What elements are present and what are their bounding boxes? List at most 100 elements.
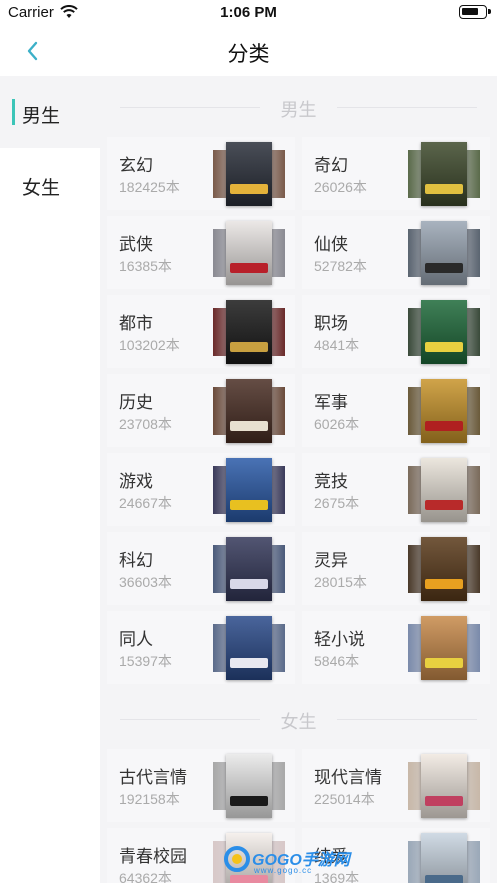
gender-sidebar: 男生 女生 bbox=[0, 76, 100, 883]
book-covers-stack bbox=[408, 616, 486, 680]
category-card[interactable]: 游戏 24667本 bbox=[107, 453, 295, 526]
category-book-count: 182425本 bbox=[119, 179, 180, 195]
watermark-logo: GOGO手游网 www.gogo.cc bbox=[222, 840, 352, 880]
book-cover-image bbox=[226, 754, 272, 818]
category-card[interactable]: 都市 103202本 bbox=[107, 295, 295, 368]
section-header: 男生 bbox=[100, 92, 497, 122]
book-covers-stack bbox=[408, 833, 486, 883]
cover-shade bbox=[421, 221, 467, 285]
cover-shade bbox=[421, 142, 467, 206]
section-header: 女生 bbox=[100, 704, 497, 734]
category-card[interactable]: 同人 15397本 bbox=[107, 611, 295, 684]
category-card[interactable]: 科幻 36603本 bbox=[107, 532, 295, 605]
category-card[interactable]: 奇幻 26026本 bbox=[302, 137, 490, 210]
category-card[interactable]: 现代言情 225014本 bbox=[302, 749, 490, 822]
category-name: 轻小说 bbox=[314, 630, 365, 649]
category-card[interactable]: 古代言情 192158本 bbox=[107, 749, 295, 822]
cover-shade bbox=[226, 142, 272, 206]
cover-title-art bbox=[230, 342, 268, 352]
book-covers-stack bbox=[213, 537, 291, 601]
category-card[interactable]: 武侠 16385本 bbox=[107, 216, 295, 289]
book-covers-stack bbox=[408, 458, 486, 522]
category-content[interactable]: 男生玄幻 182425本 奇幻 26026本武侠 16385本 仙侠 52782本 都市 103… bbox=[100, 76, 497, 883]
book-cover-image bbox=[226, 379, 272, 443]
cover-title-art bbox=[230, 796, 268, 806]
battery-icon bbox=[459, 5, 491, 19]
book-cover-image bbox=[226, 142, 272, 206]
book-covers-stack bbox=[408, 754, 486, 818]
category-book-count: 225014本 bbox=[314, 791, 375, 807]
book-cover-image bbox=[421, 754, 467, 818]
category-card[interactable]: 轻小说 5846本 bbox=[302, 611, 490, 684]
category-book-count: 192158本 bbox=[119, 791, 180, 807]
status-bar: Carrier 1:06 PM bbox=[0, 0, 497, 26]
category-book-count: 64362本 bbox=[119, 870, 172, 883]
cover-shade bbox=[421, 537, 467, 601]
book-cover-image bbox=[421, 458, 467, 522]
category-card[interactable]: 历史 23708本 bbox=[107, 374, 295, 447]
sidebar-item-label: 男生 bbox=[22, 106, 61, 127]
section-title: 女生 bbox=[280, 712, 317, 732]
category-book-count: 6026本 bbox=[314, 416, 360, 432]
cover-shade bbox=[226, 379, 272, 443]
book-cover-image bbox=[226, 458, 272, 522]
cover-title-art bbox=[230, 500, 268, 510]
cover-title-art bbox=[230, 263, 268, 273]
category-name: 奇幻 bbox=[314, 156, 348, 175]
cover-title-art bbox=[425, 875, 463, 883]
sidebar-item-female[interactable]: 女生 bbox=[0, 148, 100, 220]
gogo-logo-icon bbox=[224, 846, 250, 872]
category-card[interactable]: 灵异 28015本 bbox=[302, 532, 490, 605]
category-book-count: 4841本 bbox=[314, 337, 360, 353]
book-covers-stack bbox=[408, 142, 486, 206]
category-name: 军事 bbox=[314, 393, 348, 412]
cover-shade bbox=[421, 300, 467, 364]
book-cover-image bbox=[421, 221, 467, 285]
cover-title-art bbox=[425, 658, 463, 668]
book-cover-image bbox=[226, 300, 272, 364]
category-card[interactable]: 仙侠 52782本 bbox=[302, 216, 490, 289]
sidebar-item-male[interactable]: 男生 bbox=[0, 76, 100, 148]
cover-shade bbox=[226, 300, 272, 364]
category-name: 青春校园 bbox=[119, 847, 187, 866]
category-name: 竞技 bbox=[314, 472, 348, 491]
book-cover-image bbox=[421, 142, 467, 206]
navigation-bar: 分类 bbox=[0, 26, 497, 76]
category-name: 古代言情 bbox=[119, 768, 187, 787]
book-cover-image bbox=[421, 537, 467, 601]
book-cover-image bbox=[226, 221, 272, 285]
category-book-count: 28015本 bbox=[314, 574, 367, 590]
cover-title-art bbox=[425, 263, 463, 273]
cover-title-art bbox=[425, 184, 463, 194]
book-covers-stack bbox=[408, 300, 486, 364]
cover-title-art bbox=[425, 579, 463, 589]
category-card[interactable]: 玄幻 182425本 bbox=[107, 137, 295, 210]
cover-title-art bbox=[230, 658, 268, 668]
book-cover-image bbox=[421, 300, 467, 364]
cover-shade bbox=[421, 458, 467, 522]
book-covers-stack bbox=[213, 458, 291, 522]
sidebar-item-label: 女生 bbox=[22, 178, 61, 199]
category-name: 现代言情 bbox=[314, 768, 382, 787]
cover-title-art bbox=[230, 184, 268, 194]
category-name: 同人 bbox=[119, 630, 153, 649]
book-covers-stack bbox=[213, 300, 291, 364]
category-book-count: 2675本 bbox=[314, 495, 360, 511]
category-book-count: 15397本 bbox=[119, 653, 172, 669]
book-covers-stack bbox=[213, 379, 291, 443]
clock: 1:06 PM bbox=[220, 4, 277, 21]
category-card[interactable]: 军事 6026本 bbox=[302, 374, 490, 447]
category-name: 玄幻 bbox=[119, 156, 153, 175]
category-card[interactable]: 竞技 2675本 bbox=[302, 453, 490, 526]
category-book-count: 26026本 bbox=[314, 179, 367, 195]
category-card[interactable]: 职场 4841本 bbox=[302, 295, 490, 368]
category-name: 仙侠 bbox=[314, 235, 348, 254]
book-cover-image bbox=[226, 537, 272, 601]
book-covers-stack bbox=[408, 221, 486, 285]
category-name: 职场 bbox=[314, 314, 348, 333]
cover-title-art bbox=[425, 342, 463, 352]
section-title: 男生 bbox=[280, 100, 317, 120]
cover-title-art bbox=[230, 579, 268, 589]
category-book-count: 5846本 bbox=[314, 653, 360, 669]
cover-title-art bbox=[230, 421, 268, 431]
